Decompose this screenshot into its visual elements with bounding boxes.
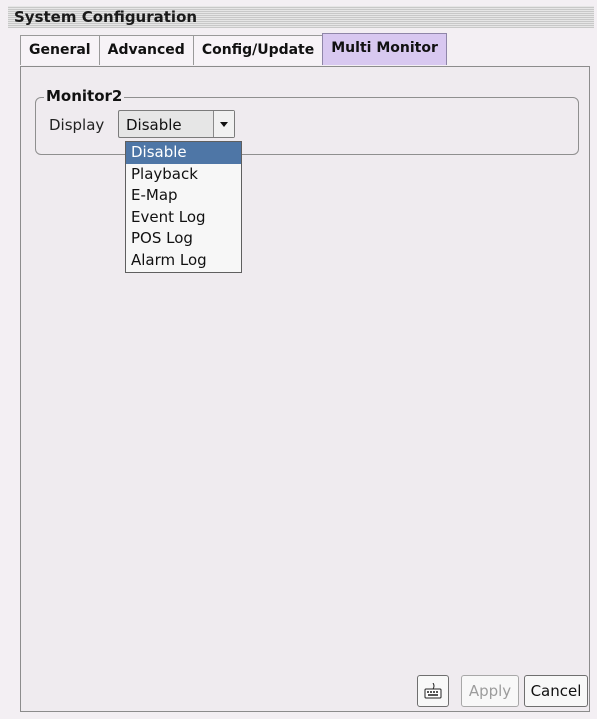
display-label: Display <box>49 116 105 134</box>
option-alarm-log[interactable]: Alarm Log <box>126 250 241 272</box>
tab-config-update[interactable]: Config/Update <box>192 35 324 65</box>
window-title: System Configuration <box>14 8 198 26</box>
option-e-map[interactable]: E-Map <box>126 185 241 207</box>
chevron-down-icon[interactable] <box>213 111 234 137</box>
cancel-button[interactable]: Cancel <box>524 675 588 707</box>
monitor2-group: Monitor2 Display Disable <box>35 87 579 155</box>
option-event-log[interactable]: Event Log <box>126 207 241 229</box>
tab-multi-monitor[interactable]: Multi Monitor <box>322 33 447 65</box>
tab-general[interactable]: General <box>20 35 100 65</box>
display-dropdown-list: Disable Playback E-Map Event Log POS Log… <box>125 141 242 273</box>
display-select[interactable]: Disable <box>118 110 235 138</box>
apply-button[interactable]: Apply <box>461 675 519 707</box>
tab-bar: General Advanced Config/Update Multi Mon… <box>20 33 447 66</box>
keyboard-icon <box>424 683 442 699</box>
option-pos-log[interactable]: POS Log <box>126 228 241 250</box>
multi-monitor-panel: Monitor2 Display Disable Disable Playbac… <box>20 66 590 712</box>
option-disable[interactable]: Disable <box>126 142 241 164</box>
monitor2-group-title: Monitor2 <box>44 87 125 105</box>
title-bar: System Configuration <box>8 6 594 28</box>
system-configuration-window: System Configuration General Advanced Co… <box>8 6 594 716</box>
display-select-value: Disable <box>126 116 182 134</box>
tab-advanced[interactable]: Advanced <box>98 35 194 65</box>
keyboard-button[interactable] <box>417 675 449 707</box>
option-playback[interactable]: Playback <box>126 164 241 186</box>
